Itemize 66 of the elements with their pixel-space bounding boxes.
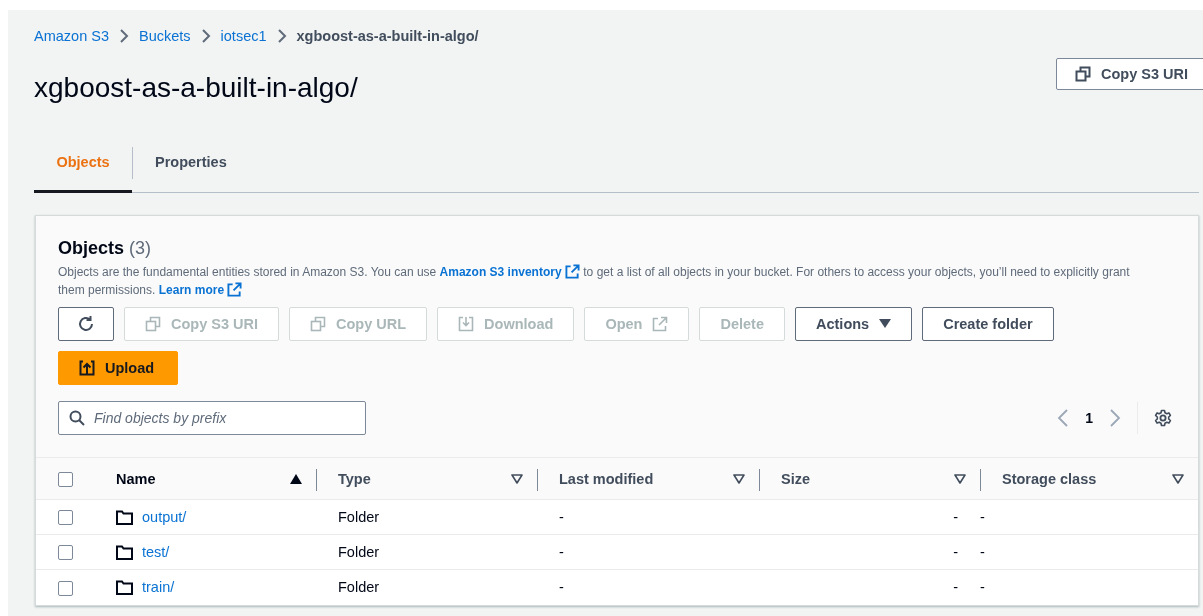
- table-cell: -: [559, 509, 564, 525]
- column-header[interactable]: Size: [781, 470, 810, 487]
- breadcrumb-current: xgboost-as-a-built-in-algo/: [296, 28, 479, 44]
- copy-icon: [1075, 66, 1091, 82]
- row-checkbox[interactable]: [58, 545, 73, 561]
- table-cell: Folder: [338, 544, 380, 560]
- object-count: (3): [129, 238, 152, 258]
- page-title: xgboost-as-a-built-in-algo/: [34, 72, 358, 104]
- table-cell: -: [953, 579, 958, 596]
- row-checkbox[interactable]: [58, 580, 73, 596]
- external-link-icon: [564, 264, 580, 279]
- download-icon: [458, 316, 475, 332]
- tab[interactable]: Properties: [133, 134, 249, 193]
- copy-icon: [310, 316, 326, 332]
- table-cell: -: [953, 544, 958, 560]
- breadcrumb-link[interactable]: Amazon S3: [34, 28, 109, 44]
- select-all-checkbox[interactable]: [58, 471, 73, 487]
- folder-icon: [116, 579, 133, 595]
- upload-icon: [79, 360, 95, 376]
- toolbar-button[interactable]: Create folder: [922, 307, 1054, 341]
- chevron-right-icon: [118, 28, 129, 44]
- search-field[interactable]: Find objects by prefix: [58, 401, 366, 435]
- sort-ascending-icon[interactable]: [290, 473, 302, 484]
- column-header[interactable]: Storage class: [1002, 470, 1097, 487]
- row-checkbox[interactable]: [58, 510, 73, 526]
- panel-heading: Objects: [58, 238, 125, 258]
- page-number[interactable]: 1: [1085, 410, 1093, 426]
- sort-icon[interactable]: [954, 473, 966, 484]
- sort-icon[interactable]: [1172, 473, 1184, 484]
- column-header[interactable]: Name: [116, 470, 156, 487]
- breadcrumb-link[interactable]: iotsec1: [220, 28, 267, 44]
- toolbar-button[interactable]: [58, 307, 114, 341]
- external-link-icon: [227, 282, 243, 297]
- sort-icon[interactable]: [733, 473, 745, 484]
- chevron-right-icon: [200, 28, 211, 44]
- tab[interactable]: Objects: [34, 134, 132, 193]
- folder-link[interactable]: output/: [142, 509, 187, 525]
- toolbar-button[interactable]: Actions: [795, 307, 913, 341]
- folder-icon: [116, 509, 133, 525]
- table-cell: Folder: [338, 509, 380, 525]
- table-cell: -: [980, 544, 985, 560]
- column-header[interactable]: Type: [338, 470, 371, 487]
- external-link[interactable]: Amazon S3 inventory: [439, 265, 580, 279]
- table-cell: -: [559, 544, 564, 560]
- folder-link[interactable]: test/: [142, 544, 170, 560]
- folder-link[interactable]: train/: [142, 579, 175, 596]
- folder-icon: [116, 544, 133, 560]
- column-header[interactable]: Last modified: [559, 470, 654, 487]
- table-cell: -: [559, 579, 564, 596]
- chevron-right-icon: [276, 28, 287, 44]
- external-link[interactable]: Learn more: [158, 283, 243, 297]
- table-cell: -: [953, 509, 958, 525]
- table-cell: -: [980, 509, 985, 525]
- breadcrumb-link[interactable]: Buckets: [138, 28, 191, 44]
- table-cell: Folder: [338, 579, 380, 596]
- copy-icon: [145, 316, 161, 332]
- external-link-icon: [652, 316, 669, 332]
- settings-icon[interactable]: [1154, 409, 1172, 427]
- caret-down-icon: [879, 319, 892, 329]
- sort-icon[interactable]: [511, 473, 523, 484]
- search-icon: [69, 410, 85, 426]
- upload-button[interactable]: Upload: [58, 351, 178, 385]
- refresh-icon: [77, 315, 95, 333]
- description: Objects are the fundamental entities stored in Amazon S3. You can use Amazon S3 inventory to get a list of all objects in your bucket. For others to access your objects, you’ll need to explicitly grant them permissions. Learn more: [58, 263, 1131, 299]
- table-cell: -: [980, 579, 985, 596]
- copy-s3-uri-button[interactable]: Copy S3 URI: [1056, 58, 1203, 90]
